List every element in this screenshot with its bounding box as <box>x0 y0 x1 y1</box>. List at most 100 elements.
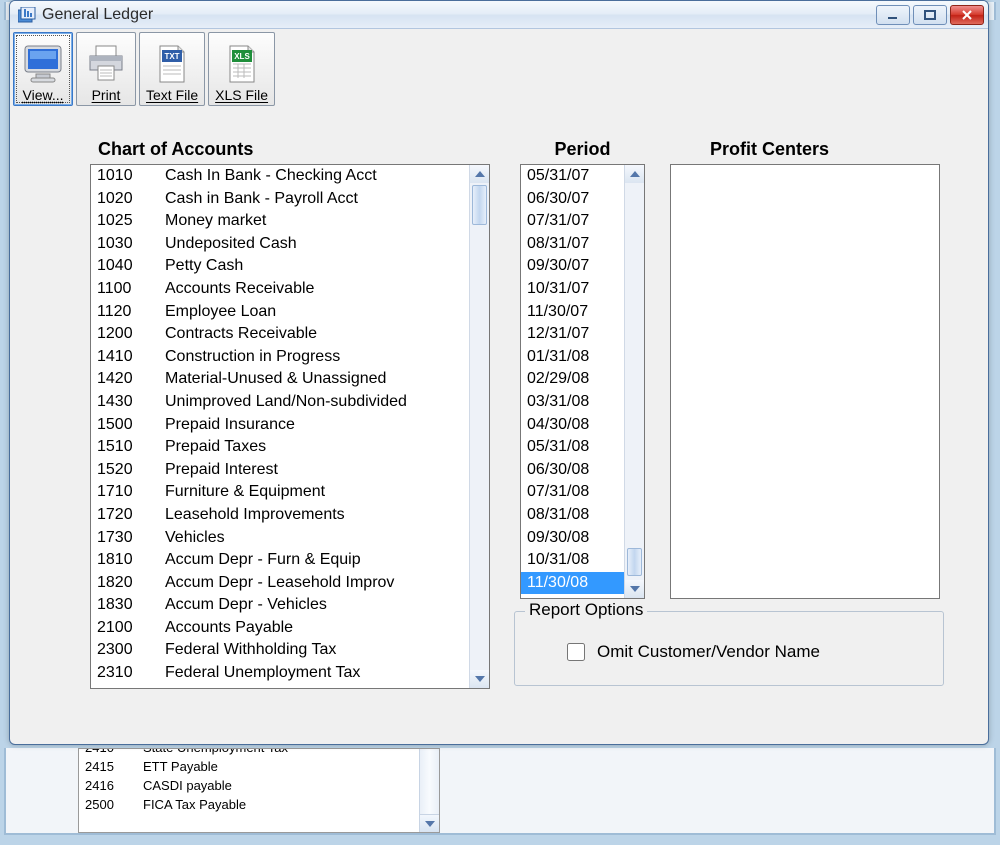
account-name: Accounts Receivable <box>165 278 314 301</box>
account-code: 1820 <box>97 572 165 595</box>
scroll-down-button[interactable] <box>470 670 489 688</box>
account-row[interactable]: 1810Accum Depr - Furn & Equip <box>91 549 469 572</box>
scrollbar-vertical[interactable] <box>469 165 489 688</box>
period-row[interactable]: 11/30/07 <box>521 301 624 324</box>
period-row[interactable]: 08/31/08 <box>521 504 624 527</box>
maximize-button[interactable] <box>913 5 947 25</box>
titlebar[interactable]: General Ledger <box>10 1 988 29</box>
period-row[interactable]: 03/31/08 <box>521 391 624 414</box>
account-row[interactable]: 1010Cash In Bank - Checking Acct <box>91 165 469 188</box>
accounts-listbox[interactable]: 1010Cash In Bank - Checking Acct1020Cash… <box>90 164 490 689</box>
account-name: State Unemployment Tax <box>143 749 288 757</box>
account-row[interactable]: 2100Accounts Payable <box>91 617 469 640</box>
scroll-up-button[interactable] <box>470 165 489 183</box>
omit-customer-vendor-row[interactable]: Omit Customer/Vendor Name <box>563 640 931 664</box>
account-row[interactable]: 1025Money market <box>91 210 469 233</box>
account-row[interactable]: 1030Undeposited Cash <box>91 233 469 256</box>
account-name: Prepaid Taxes <box>165 436 266 459</box>
account-row[interactable]: 1720Leasehold Improvements <box>91 504 469 527</box>
account-row[interactable]: 2416CASDI payable <box>79 776 419 795</box>
close-button[interactable] <box>950 5 984 25</box>
scrollbar-vertical[interactable] <box>624 165 644 598</box>
xls-file-icon: XLS <box>219 43 265 85</box>
period-row[interactable]: 09/30/08 <box>521 527 624 550</box>
period-row[interactable]: 10/31/07 <box>521 278 624 301</box>
account-code: 1120 <box>97 301 165 324</box>
account-row[interactable]: 1730Vehicles <box>91 527 469 550</box>
period-listbox[interactable]: 05/31/0706/30/0707/31/0708/31/0709/30/07… <box>520 164 645 599</box>
view-button[interactable]: View... <box>13 32 73 106</box>
textfile-label: Text File <box>146 87 198 103</box>
account-name: Undeposited Cash <box>165 233 297 256</box>
account-code: 1810 <box>97 549 165 572</box>
account-row[interactable]: 1020Cash in Bank - Payroll Acct <box>91 188 469 211</box>
minimize-button[interactable] <box>876 5 910 25</box>
account-row[interactable]: 1820Accum Depr - Leasehold Improv <box>91 572 469 595</box>
account-code: 1830 <box>97 594 165 617</box>
profit-heading: Profit Centers <box>710 139 940 160</box>
period-row[interactable]: 06/30/08 <box>521 459 624 482</box>
account-name: Furniture & Equipment <box>165 481 325 504</box>
account-code: 1010 <box>97 165 165 188</box>
account-name: Cash in Bank - Payroll Acct <box>165 188 358 211</box>
account-row[interactable]: 1420Material-Unused & Unassigned <box>91 368 469 391</box>
account-code: 2415 <box>85 757 143 776</box>
monitor-icon <box>20 43 66 85</box>
general-ledger-window: General Ledger View... <box>9 0 989 745</box>
period-row[interactable]: 07/31/08 <box>521 481 624 504</box>
period-row[interactable]: 01/31/08 <box>521 346 624 369</box>
scroll-down-button[interactable] <box>420 814 439 832</box>
period-row[interactable]: 12/31/07 <box>521 323 624 346</box>
account-row[interactable]: 1500Prepaid Insurance <box>91 414 469 437</box>
period-row[interactable]: 05/31/08 <box>521 436 624 459</box>
period-row[interactable]: 08/31/07 <box>521 233 624 256</box>
account-code: 2310 <box>97 662 165 685</box>
account-row[interactable]: 2410State Unemployment Tax <box>79 749 419 757</box>
profit-centers-listbox[interactable] <box>670 164 940 599</box>
account-row[interactable]: 2300Federal Withholding Tax <box>91 639 469 662</box>
account-row[interactable]: 1120Employee Loan <box>91 301 469 324</box>
account-row[interactable]: 2310Federal Unemployment Tax <box>91 662 469 685</box>
scroll-up-button[interactable] <box>625 165 644 183</box>
period-row[interactable]: 09/30/07 <box>521 255 624 278</box>
account-row[interactable]: 1430Unimproved Land/Non-subdivided <box>91 391 469 414</box>
scroll-down-button[interactable] <box>625 580 644 598</box>
account-row[interactable]: 1100Accounts Receivable <box>91 278 469 301</box>
textfile-button[interactable]: TXT Text File <box>139 32 205 106</box>
account-code: 1100 <box>97 278 165 301</box>
xlsfile-button[interactable]: XLS XLS File <box>208 32 275 106</box>
account-row[interactable]: 2415ETT Payable <box>79 757 419 776</box>
account-row[interactable]: 1510Prepaid Taxes <box>91 436 469 459</box>
scroll-thumb[interactable] <box>627 548 642 576</box>
account-row[interactable]: 1040Petty Cash <box>91 255 469 278</box>
period-row[interactable]: 02/29/08 <box>521 368 624 391</box>
account-row[interactable]: 2500FICA Tax Payable <box>79 795 419 814</box>
period-row[interactable]: 06/30/07 <box>521 188 624 211</box>
omit-customer-vendor-label: Omit Customer/Vendor Name <box>597 642 820 662</box>
print-button[interactable]: Print <box>76 32 136 106</box>
scrollbar-vertical[interactable] <box>419 749 439 832</box>
account-code: 2410 <box>85 749 143 757</box>
account-name: Employee Loan <box>165 301 276 324</box>
period-row[interactable]: 07/31/07 <box>521 210 624 233</box>
account-name: Contracts Receivable <box>165 323 317 346</box>
period-row[interactable]: 05/31/07 <box>521 165 624 188</box>
account-row[interactable]: 1520Prepaid Interest <box>91 459 469 482</box>
account-row[interactable]: 1830Accum Depr - Vehicles <box>91 594 469 617</box>
account-code: 1040 <box>97 255 165 278</box>
account-name: Accum Depr - Leasehold Improv <box>165 572 394 595</box>
window-title: General Ledger <box>42 6 153 24</box>
omit-customer-vendor-checkbox[interactable] <box>567 643 585 661</box>
profit-centers-column: Profit Centers <box>670 139 940 599</box>
period-row[interactable]: 11/30/08 <box>521 572 624 595</box>
account-row[interactable]: 1710Furniture & Equipment <box>91 481 469 504</box>
accounts-listbox-lower[interactable]: 2410State Unemployment Tax2415ETT Payabl… <box>78 748 440 833</box>
period-row[interactable]: 04/30/08 <box>521 414 624 437</box>
account-row[interactable]: 1410Construction in Progress <box>91 346 469 369</box>
content-area: Chart of Accounts 1010Cash In Bank - Che… <box>30 119 968 719</box>
account-name: Construction in Progress <box>165 346 340 369</box>
account-row[interactable]: 1200Contracts Receivable <box>91 323 469 346</box>
period-row[interactable]: 10/31/08 <box>521 549 624 572</box>
view-label: View... <box>23 87 64 103</box>
scroll-thumb[interactable] <box>472 185 487 225</box>
